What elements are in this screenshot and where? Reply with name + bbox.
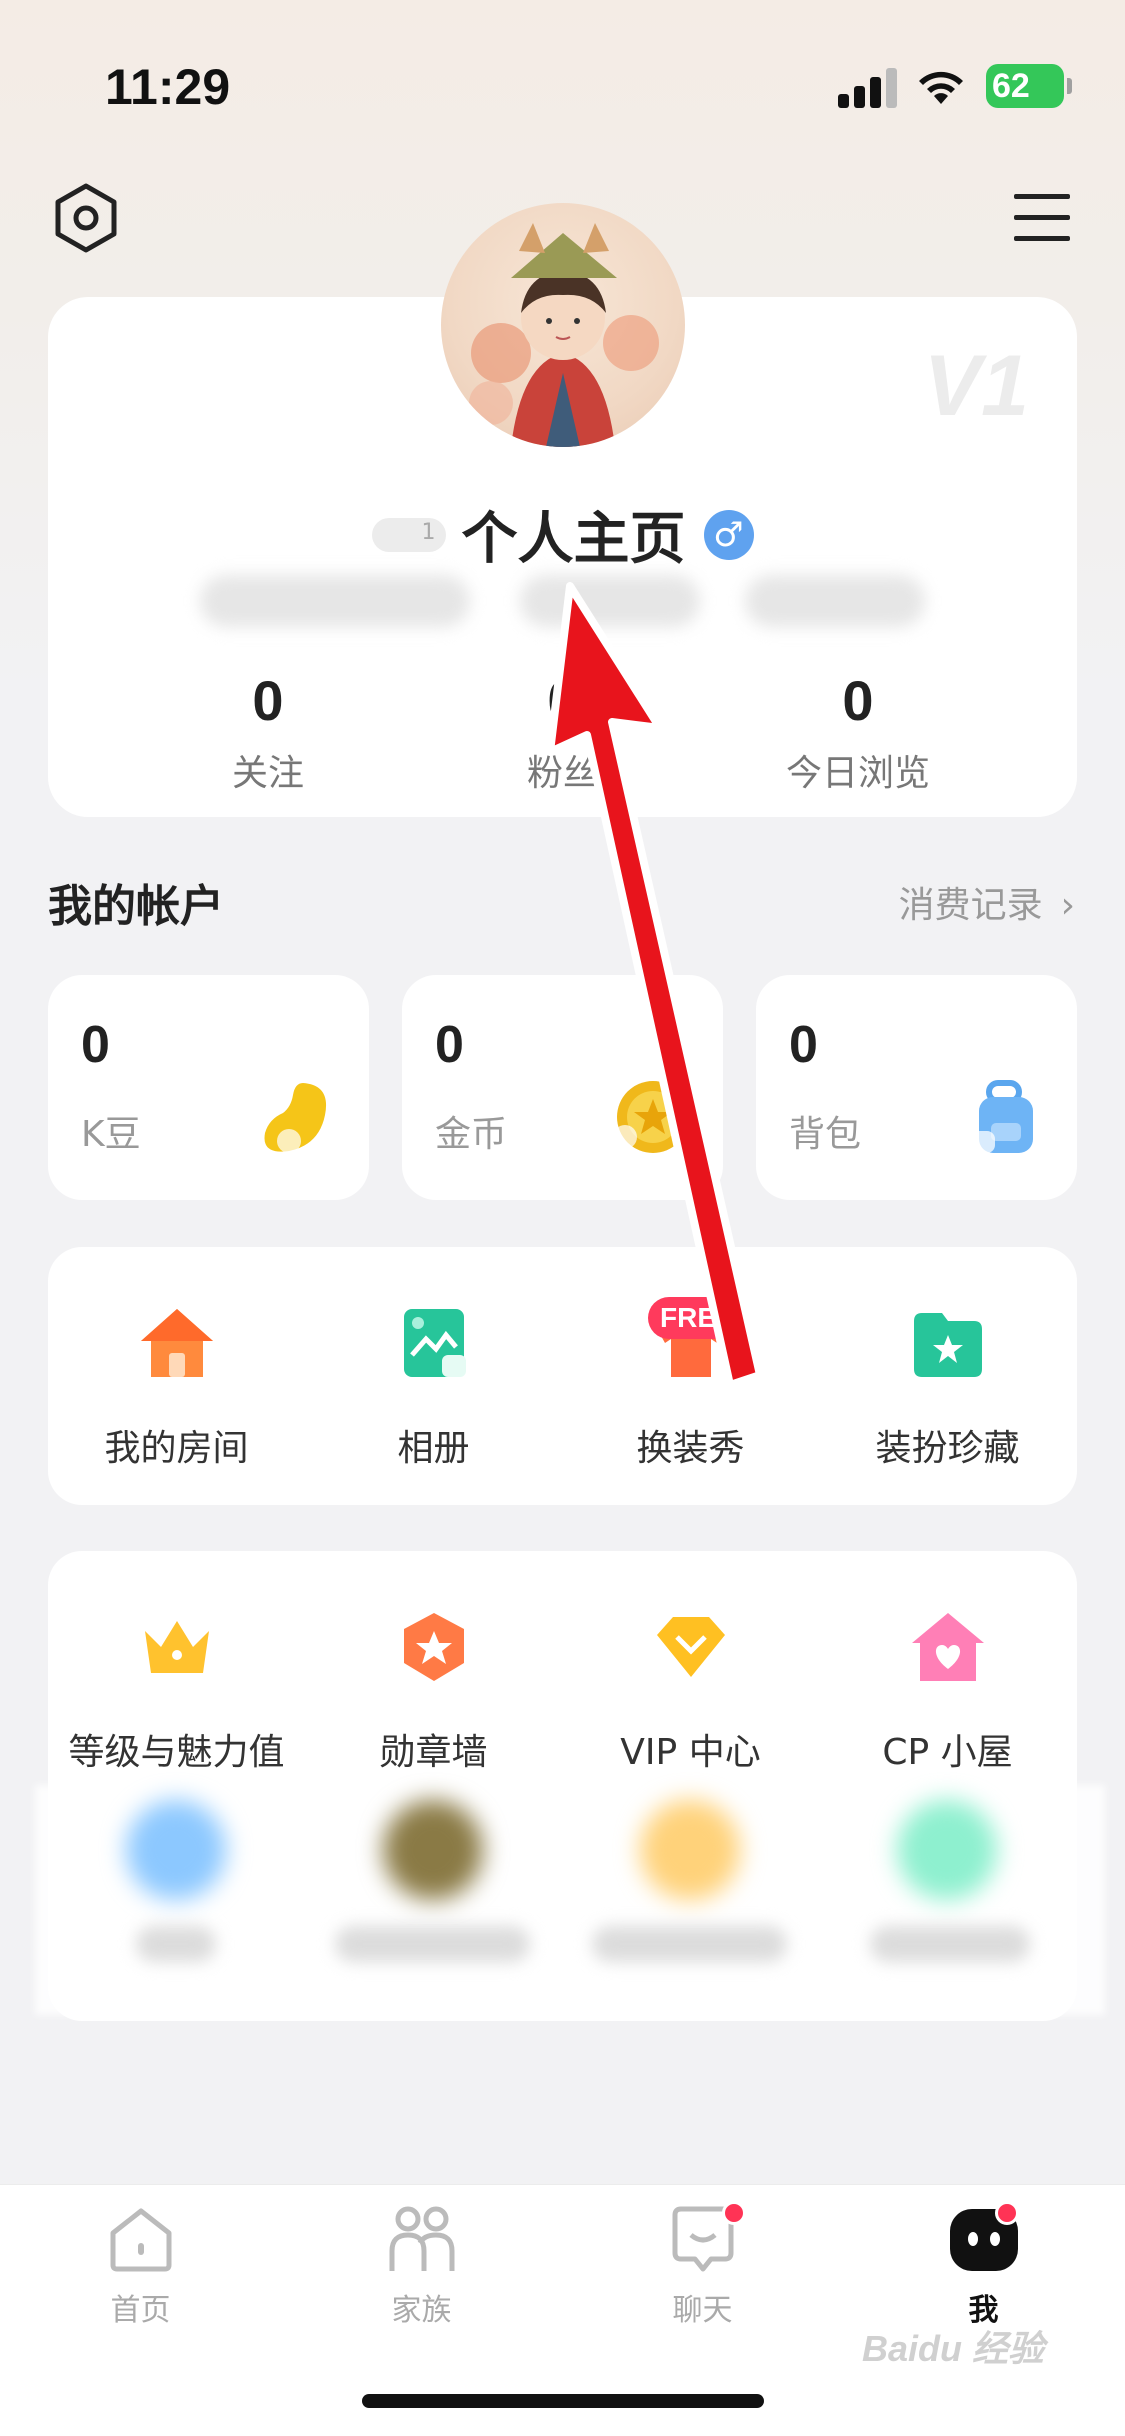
feature-label: 我的房间 [104, 1428, 249, 1469]
avatar-illustration [469, 223, 659, 447]
feature-level-charm[interactable]: 等级与魅力值 [48, 1607, 305, 1775]
account-card-coin[interactable]: 0 金币 [402, 975, 723, 1200]
bean-icon [264, 1083, 327, 1153]
stat-fans-label: 粉丝 [526, 753, 599, 794]
stat-fans[interactable]: 0 粉丝 [413, 668, 713, 796]
cellular-signal-icon [838, 68, 900, 108]
blurred-icon [383, 1800, 483, 1900]
tab-home[interactable]: 首页 [0, 2203, 281, 2329]
status-time: 11:29 [105, 59, 231, 115]
account-card-backpack[interactable]: 0 背包 [756, 975, 1077, 1200]
user-level-value: 1 [421, 519, 436, 545]
medal-icon [403, 1613, 464, 1681]
feature-label: 等级与魅力值 [68, 1732, 285, 1773]
diamond-icon [656, 1617, 725, 1677]
avatar[interactable] [441, 203, 685, 447]
backpack-icon [967, 1080, 1033, 1153]
me-notification-dot [995, 2201, 1019, 2225]
feature-album[interactable]: 相册 [305, 1303, 562, 1471]
backpack-value: 0 [789, 1016, 818, 1074]
baidu-watermark: Baidu 经验 [862, 2328, 1045, 2369]
user-level-badge: 1 [371, 517, 446, 552]
kbean-label: K豆 [81, 1114, 141, 1155]
house-icon [140, 1309, 213, 1377]
battery-indicator: 62 [986, 64, 1072, 108]
tab-chat[interactable]: 聊天 [562, 2201, 843, 2329]
feature-outfit-collection[interactable]: 装扮珍藏 [819, 1303, 1076, 1471]
feature-my-room[interactable]: 我的房间 [48, 1303, 305, 1471]
stat-fans-value: 0 [547, 669, 579, 732]
account-section-title: 我的帐户 [48, 881, 224, 932]
male-gender-icon: ♂ [703, 509, 754, 560]
features-card: 我的房间 相册 换装秀 装扮珍藏 [48, 1247, 1077, 1505]
tab-me[interactable]: 我 [843, 2201, 1124, 2329]
blurred-label [335, 1926, 530, 1962]
coin-value: 0 [435, 1016, 464, 1074]
blurred-label [136, 1926, 216, 1962]
blurred-user-info [745, 575, 925, 627]
folder-icon [913, 1313, 982, 1377]
profile-name: 个人主页 [461, 507, 686, 572]
tab-label: 家族 [391, 2293, 452, 2328]
feature-medal-wall[interactable]: 勋章墙 [305, 1607, 562, 1775]
tab-label: 首页 [110, 2293, 171, 2328]
feature-label: 装扮珍藏 [875, 1428, 1020, 1469]
chevron-right-icon: › [1060, 885, 1075, 926]
stat-following-value: 0 [252, 669, 284, 732]
feature-label: 相册 [397, 1428, 470, 1469]
blurred-icon [640, 1800, 740, 1900]
spending-record-link[interactable]: 消费记录 › [899, 876, 1075, 928]
blurred-user-info [520, 575, 700, 627]
settings-icon[interactable] [50, 182, 122, 254]
feature-cp-house[interactable]: CP 小屋 [819, 1607, 1076, 1775]
home-indicator[interactable] [362, 2394, 764, 2408]
blurred-user-info [200, 575, 470, 627]
album-icon [403, 1309, 466, 1377]
coin-icon [613, 1081, 689, 1153]
home-tab-icon [110, 2208, 171, 2272]
blurred-icon [897, 1800, 997, 1900]
stat-today-views-label: 今日浏览 [785, 753, 930, 794]
spending-record-label: 消费记录 [898, 885, 1043, 926]
feature-label: VIP 中心 [620, 1732, 761, 1773]
battery-level: 62 [992, 67, 1030, 105]
kbean-value: 0 [81, 1016, 110, 1074]
chat-notification-dot [722, 2201, 746, 2225]
feature-label: 换装秀 [636, 1428, 745, 1469]
account-card-kbean[interactable]: 0 K豆 [48, 975, 369, 1200]
profile-stats: 0 关注 0 粉丝 0 今日浏览 [48, 668, 1077, 798]
heart-house-icon [911, 1613, 984, 1681]
coin-label: 金币 [435, 1114, 508, 1155]
tab-label: 聊天 [672, 2293, 733, 2328]
tab-family[interactable]: 家族 [281, 2203, 562, 2329]
blurred-label [592, 1926, 787, 1962]
blurred-icon [126, 1800, 226, 1900]
blurred-label [870, 1926, 1030, 1962]
feature-label: CP 小屋 [882, 1732, 1013, 1773]
backpack-label: 背包 [789, 1114, 862, 1155]
crown-icon [144, 1621, 209, 1673]
stat-today-views-value: 0 [842, 669, 874, 732]
vip-level-badge: V1 [923, 338, 1029, 434]
stat-following-label: 关注 [231, 753, 304, 794]
feature-label: 勋章墙 [379, 1732, 488, 1773]
status-bar: 11:29 62 [0, 0, 1125, 170]
family-tab-icon [389, 2206, 454, 2271]
stat-today-views[interactable]: 0 今日浏览 [708, 668, 1008, 796]
profile-name-row: 1 个人主页 ♂ [0, 494, 1125, 572]
feature-vip-center[interactable]: VIP 中心 [562, 1607, 819, 1775]
new-badge: FREE [648, 1297, 747, 1339]
wifi-icon [919, 71, 963, 104]
stat-following[interactable]: 0 关注 [118, 668, 418, 796]
menu-icon[interactable] [1006, 182, 1078, 254]
